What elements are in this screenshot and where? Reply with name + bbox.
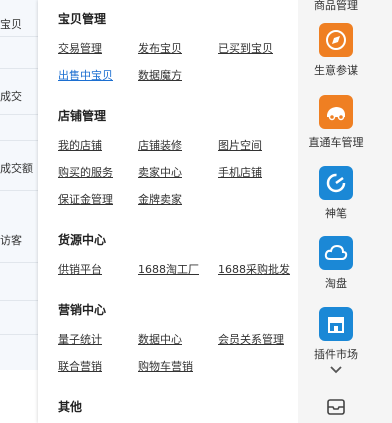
- link-data-center[interactable]: 数据中心: [138, 331, 182, 347]
- pen-icon: [319, 166, 353, 200]
- tool-label: 神笔: [325, 207, 347, 220]
- link-publish-item[interactable]: 发布宝贝: [138, 40, 182, 56]
- link-purchased-services[interactable]: 购买的服务: [58, 164, 113, 180]
- divider: [0, 190, 38, 191]
- cloud-icon: [319, 236, 353, 270]
- tool-magic-pen[interactable]: 神笔: [298, 166, 374, 221]
- left-table-footer: [0, 370, 38, 423]
- link-gold-seller[interactable]: 金牌卖家: [138, 191, 182, 207]
- link-joint-marketing[interactable]: 联合营销: [58, 358, 102, 374]
- divider: [0, 68, 38, 69]
- divider: [0, 140, 38, 141]
- car-icon: [319, 95, 353, 129]
- left-cell-2: 成交: [0, 90, 22, 103]
- top-tool-label[interactable]: 商品管理: [298, 0, 374, 13]
- link-bought-items[interactable]: 已买到宝贝: [218, 40, 273, 56]
- divider: [0, 262, 38, 263]
- link-cart-marketing[interactable]: 购物车营销: [138, 358, 193, 374]
- compass-icon: [319, 23, 353, 57]
- tool-plugin-market[interactable]: 插件市场: [298, 307, 374, 362]
- link-deposit-management[interactable]: 保证金管理: [58, 191, 113, 207]
- tool-label: 生意参谋: [314, 64, 358, 77]
- link-distribution-platform[interactable]: 供销平台: [58, 261, 102, 277]
- tool-business-advisor[interactable]: 生意参谋: [298, 23, 374, 78]
- section-title-supply-center: 货源中心: [58, 233, 107, 247]
- left-table-panel: 宝贝 成交 成交额 访客: [0, 0, 39, 423]
- section-title-marketing-center: 营销中心: [58, 303, 107, 317]
- tool-label: 直通车管理: [308, 136, 364, 149]
- tray-icon[interactable]: [325, 397, 347, 417]
- divider: [0, 114, 38, 115]
- link-mobile-shop[interactable]: 手机店铺: [218, 164, 262, 180]
- link-crm[interactable]: 会员关系管理: [218, 331, 284, 347]
- store-icon: [319, 307, 353, 341]
- right-tool-sidebar: 商品管理 生意参谋 直通车管理 神笔 淘盘 插件市场: [298, 0, 392, 423]
- link-quantum-stats[interactable]: 量子统计: [58, 331, 102, 347]
- link-my-shop[interactable]: 我的店铺: [58, 137, 102, 153]
- chevron-down-icon[interactable]: [326, 362, 346, 376]
- tool-label: 插件市场: [314, 348, 358, 361]
- link-items-on-sale[interactable]: 出售中宝贝: [58, 67, 113, 83]
- divider: [0, 300, 38, 301]
- link-seller-center[interactable]: 卖家中心: [138, 164, 182, 180]
- left-cell-3: 成交额: [0, 162, 33, 175]
- tool-label: 淘盘: [325, 277, 347, 290]
- section-title-shop-management: 店铺管理: [58, 109, 107, 123]
- link-trade-management[interactable]: 交易管理: [58, 40, 102, 56]
- section-title-item-management: 宝贝管理: [58, 12, 107, 26]
- link-1688-wholesale[interactable]: 1688采购批发: [218, 261, 290, 277]
- link-shop-decoration[interactable]: 店铺装修: [138, 137, 182, 153]
- seller-menu-panel: 宝贝管理 交易管理 发布宝贝 已买到宝贝 出售中宝贝 数据魔方 店铺管理 我的店…: [38, 0, 298, 423]
- link-data-cube[interactable]: 数据魔方: [138, 67, 182, 83]
- tool-through-train[interactable]: 直通车管理: [298, 95, 374, 150]
- left-cell-1: 宝贝: [0, 18, 22, 31]
- tool-cloud-disk[interactable]: 淘盘: [298, 236, 374, 291]
- section-title-other: 其他: [58, 400, 83, 414]
- divider: [0, 36, 38, 37]
- divider: [0, 334, 38, 335]
- link-image-space[interactable]: 图片空间: [218, 137, 262, 153]
- left-cell-4: 访客: [0, 234, 22, 247]
- link-1688-factory[interactable]: 1688淘工厂: [138, 261, 199, 277]
